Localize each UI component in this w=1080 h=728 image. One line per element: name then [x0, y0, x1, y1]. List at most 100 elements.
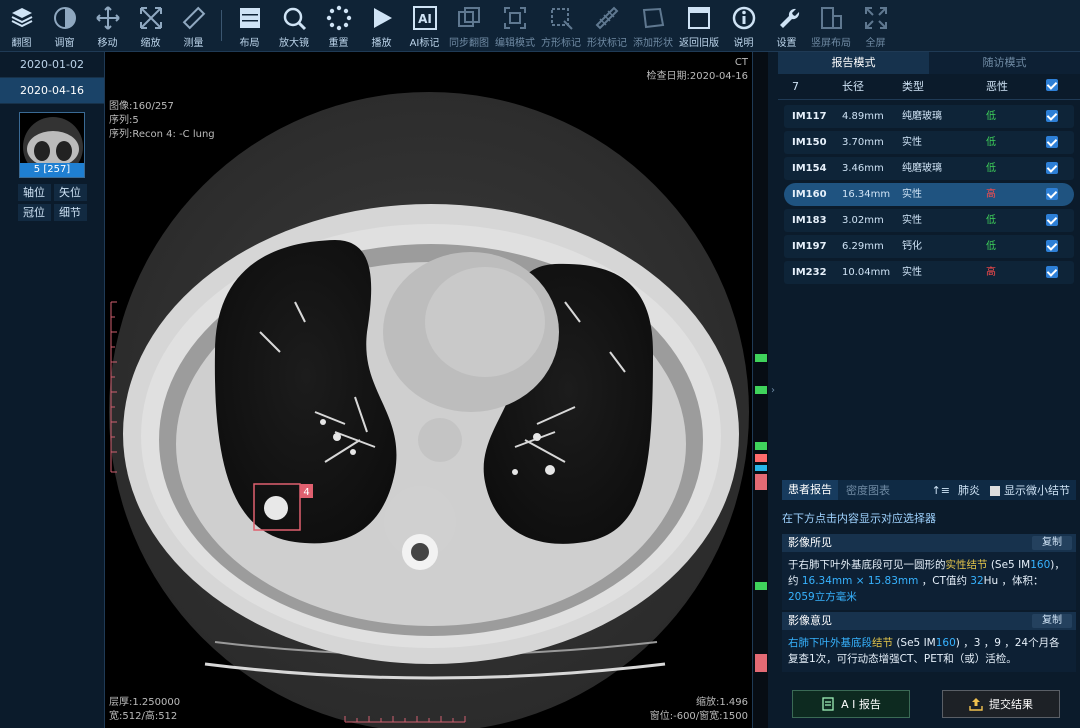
window-label: 窗位:-600/窗宽:1500: [649, 711, 748, 722]
hint-text: 在下方点击内容显示对应选择器: [782, 512, 936, 525]
table-row[interactable]: IM232 10.04mm 实性 高: [784, 261, 1074, 284]
shape-mark-tool[interactable]: 形状标记: [584, 0, 630, 52]
tool-label: AI标记: [409, 38, 440, 49]
add-shape-tool[interactable]: 添加形状: [630, 0, 676, 52]
tool-label: 全屏: [865, 38, 886, 49]
wrench-icon: [779, 8, 799, 28]
slice-marker-low[interactable]: [755, 386, 767, 394]
nodule-tag-label: 4: [303, 487, 309, 498]
old-version-tool[interactable]: 返回旧版: [676, 0, 722, 52]
row-checkbox[interactable]: [1046, 110, 1058, 122]
collapse-panel-toggle[interactable]: ›: [768, 52, 778, 728]
slice-marker-low[interactable]: [755, 582, 767, 590]
findings-text-part: 于右肺下叶外基底段可见一圆形的: [788, 559, 946, 571]
table-row[interactable]: IM197 6.29mm 钙化 低: [784, 235, 1074, 258]
tab-patient-report[interactable]: 患者报告: [782, 480, 838, 500]
sort-icon[interactable]: ↑≡: [932, 484, 950, 497]
findings-text[interactable]: 于右肺下叶外基底段可见一圆形的实性结节 (Se5 IM160)，约 16.34m…: [782, 552, 1076, 610]
show-small-toggle[interactable]: 显示微小结节: [990, 482, 1070, 498]
slice-marker-high[interactable]: [755, 474, 767, 490]
tool-label: 形状标记: [587, 38, 627, 49]
window-tool[interactable]: 调窗: [43, 0, 86, 52]
table-row[interactable]: IM117 4.89mm 纯磨玻璃 低: [784, 105, 1074, 128]
info-tool[interactable]: 说明: [722, 0, 765, 52]
slice-marker-current[interactable]: [755, 465, 767, 471]
slice-marker-low[interactable]: [755, 442, 767, 450]
cell-type: 实性: [902, 267, 922, 278]
slice-marker-high[interactable]: [755, 454, 767, 462]
ai-mark-tool[interactable]: AI AI标记: [403, 0, 446, 52]
reset-tool[interactable]: 重置: [317, 0, 360, 52]
study-date-item-active[interactable]: 2020-04-16: [0, 78, 104, 104]
show-small-label: 显示微小结节: [1004, 484, 1070, 497]
settings-tool[interactable]: 设置: [765, 0, 808, 52]
cell-type: 纯磨玻璃: [902, 163, 942, 174]
series-thumbnail[interactable]: 5 [257]: [19, 112, 85, 178]
findings-text-part: (Se5 IM: [987, 559, 1031, 571]
shape-mark-icon: [595, 6, 619, 30]
findings-highlight: 32: [970, 575, 984, 587]
row-checkbox[interactable]: [1046, 214, 1058, 226]
table-row-selected[interactable]: IM160 16.34mm 实性 高: [784, 183, 1074, 206]
layout-icon: [239, 8, 260, 28]
row-checkbox[interactable]: [1046, 162, 1058, 174]
flip-tool[interactable]: 翻图: [0, 0, 43, 52]
view-coronal-button[interactable]: 冠位: [17, 204, 51, 221]
row-checkbox[interactable]: [1046, 188, 1058, 200]
col-length: 长径: [842, 80, 864, 93]
select-all-checkbox[interactable]: [1046, 79, 1058, 91]
opinion-section: 影像意见 复制 右肺下叶外基底段结节 (Se5 IM160) ，3 ，9 ，24个…: [782, 612, 1076, 672]
slice-marker-strip[interactable]: [752, 52, 768, 728]
tab-followup-mode[interactable]: 随访模式: [929, 52, 1080, 74]
copy-opinion-button[interactable]: 复制: [1032, 614, 1072, 628]
table-row[interactable]: IM154 3.46mm 纯磨玻璃 低: [784, 157, 1074, 180]
row-checkbox[interactable]: [1046, 240, 1058, 252]
fullscreen-icon: [864, 7, 887, 29]
col-risk: 恶性: [986, 80, 1008, 93]
magnifier-tool[interactable]: 放大镜: [271, 0, 317, 52]
view-sagittal-button[interactable]: 矢位: [53, 184, 87, 201]
move-tool[interactable]: 移动: [86, 0, 129, 52]
zoom-tool[interactable]: 缩放: [129, 0, 172, 52]
copy-findings-button[interactable]: 复制: [1032, 536, 1072, 550]
sync-tool[interactable]: 同步翻图: [446, 0, 492, 52]
measure-tool[interactable]: 测量: [172, 0, 215, 52]
category-selector[interactable]: 肺炎: [958, 482, 980, 498]
opinion-text[interactable]: 右肺下叶外基底段结节 (Se5 IM160) ，3 ，9 ，24个月各复查1次，…: [782, 630, 1076, 672]
cell-risk: 低: [986, 111, 996, 122]
image-viewport[interactable]: 4 CT 检查日期:2020-04-16 图像:160/257 序列:5 序列:…: [104, 52, 752, 728]
portrait-layout-tool[interactable]: 竖屏布局: [808, 0, 854, 52]
view-axial-button[interactable]: 轴位: [17, 184, 51, 201]
cell-type: 实性: [902, 137, 922, 148]
cell-im: IM197: [792, 241, 827, 252]
opinion-highlight: 160: [935, 637, 956, 649]
view-detail-button[interactable]: 细节: [53, 204, 87, 221]
square-mark-tool[interactable]: 方形标记: [538, 0, 584, 52]
slice-marker-low[interactable]: [755, 354, 767, 362]
row-checkbox[interactable]: [1046, 266, 1058, 278]
nodule-table: IM117 4.89mm 纯磨玻璃 低 IM150 3.70mm 实性 低 IM…: [778, 100, 1080, 284]
submit-result-button[interactable]: 提交结果: [942, 690, 1060, 718]
ct-scan-image: 4: [109, 92, 749, 728]
ai-report-button[interactable]: A I 报告: [792, 690, 910, 718]
slice-marker-high[interactable]: [755, 654, 767, 672]
thickness-label: 层厚:1.250000: [109, 697, 181, 708]
opinion-title: 影像意见: [788, 614, 832, 627]
tab-report-mode[interactable]: 报告模式: [778, 52, 929, 74]
fullscreen-tool[interactable]: 全屏: [854, 0, 897, 52]
layout-tool[interactable]: 布局: [228, 0, 271, 52]
cell-length: 3.46mm: [842, 163, 884, 174]
table-row[interactable]: IM183 3.02mm 实性 低: [784, 209, 1074, 232]
tab-density-chart[interactable]: 密度图表: [838, 482, 898, 498]
edit-mode-icon: [504, 7, 526, 29]
cell-risk: 低: [986, 241, 996, 252]
study-date-item[interactable]: 2020-01-02: [0, 52, 104, 78]
play-tool[interactable]: 播放: [360, 0, 403, 52]
action-buttons: A I 报告 提交结果: [792, 690, 1060, 718]
tool-label: 调窗: [54, 38, 75, 49]
row-checkbox[interactable]: [1046, 136, 1058, 148]
cell-risk: 高: [986, 189, 996, 200]
table-row[interactable]: IM150 3.70mm 实性 低: [784, 131, 1074, 154]
edit-mode-tool[interactable]: 编辑模式: [492, 0, 538, 52]
reset-icon: [326, 5, 351, 31]
